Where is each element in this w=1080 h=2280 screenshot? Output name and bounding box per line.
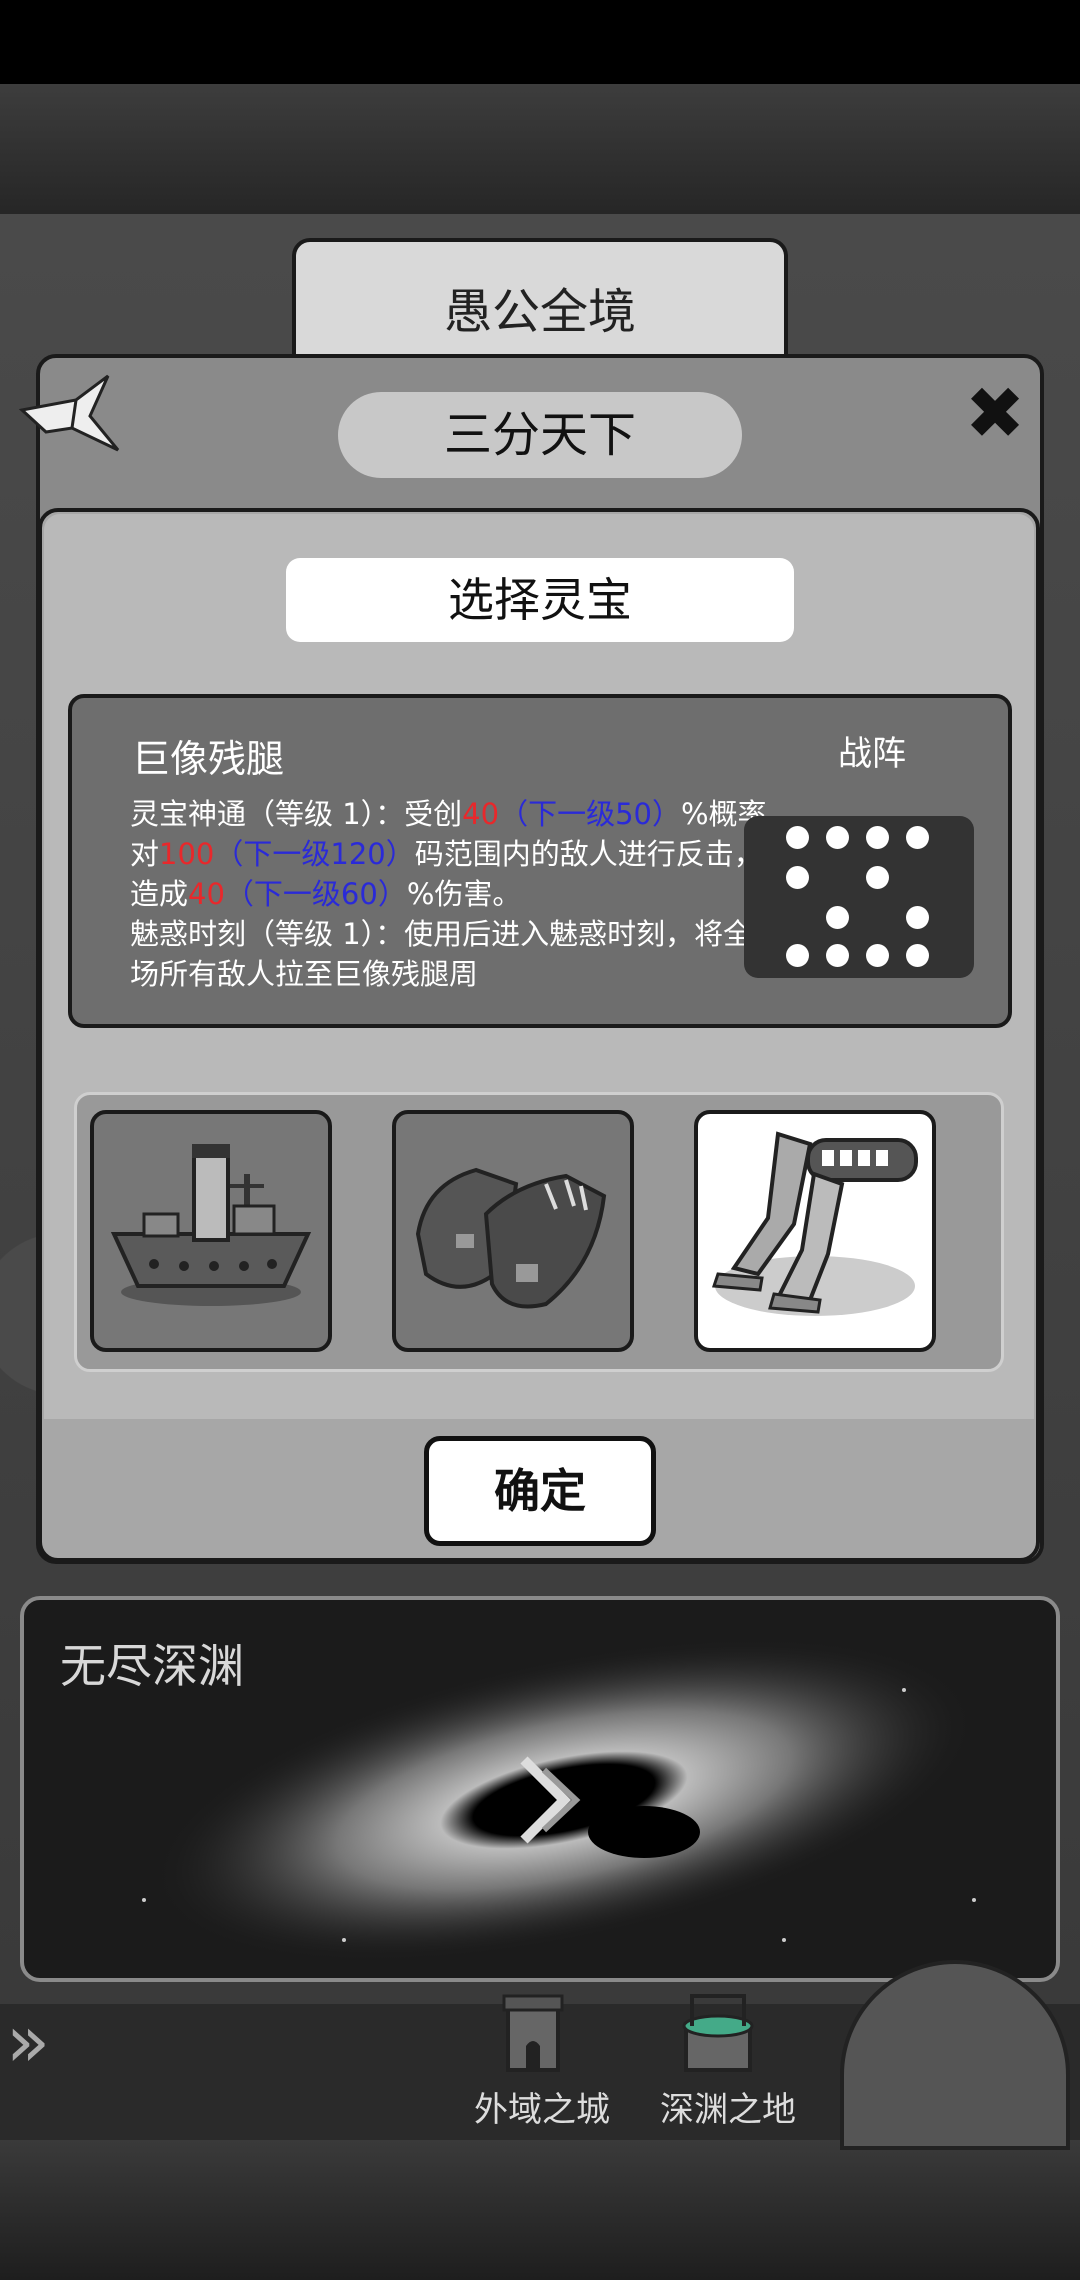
formation-dot — [866, 826, 889, 849]
desc-text: %伤害。 — [406, 877, 522, 911]
background-bottom — [0, 2140, 1080, 2280]
relic-choice-giant-legs[interactable] — [694, 1110, 936, 1352]
location-outer-city[interactable]: 外域之城 — [474, 2082, 610, 2131]
paper-crane-icon — [18, 374, 120, 452]
formation-dot — [906, 944, 929, 967]
desc-next-level: （下一级50） — [499, 797, 681, 831]
formation-dot — [786, 944, 809, 967]
giant-legs-icon — [711, 1131, 918, 1316]
confirm-button[interactable]: 确定 — [424, 1436, 656, 1546]
double-chevron-right-icon[interactable]: » — [6, 1996, 66, 2086]
formation-dot — [826, 826, 849, 849]
relic-choice-ship[interactable] — [90, 1110, 332, 1352]
status-bar — [0, 0, 1080, 84]
stage-name: 无尽深渊 — [60, 1639, 244, 1693]
item-description: 灵宝神通（等级 1）：受创40（下一级50）%概率对100（下一级120）码范围… — [130, 794, 780, 1006]
boots-icon — [415, 1167, 607, 1309]
formation-label: 战阵 — [838, 734, 906, 774]
formation-dot — [826, 944, 849, 967]
outer-city-tower-icon — [502, 1994, 564, 2072]
formation-dot — [866, 944, 889, 967]
location-abyss-land[interactable]: 深渊之地 — [660, 2082, 796, 2131]
item-name: 巨像残腿 — [132, 737, 285, 781]
background-top — [0, 84, 1080, 214]
dialog-title: 三分天下 — [338, 392, 742, 478]
section-title: 选择灵宝 — [286, 558, 794, 642]
close-icon[interactable]: ✖ — [960, 377, 1030, 449]
stage-card-abyss[interactable]: 无尽深渊 — [20, 1596, 1060, 1982]
desc-skill-2: 魅惑时刻（等级 1）：使用后进入魅惑时刻，将全场所有敌人拉至巨像残腿周 — [130, 917, 753, 991]
desc-value-red: 40 — [188, 877, 225, 911]
formation-dot — [786, 826, 809, 849]
formation-dot — [786, 866, 809, 889]
formation-dot — [906, 906, 929, 929]
item-info-box: 巨像残腿 灵宝神通（等级 1）：受创40（下一级50）%概率对100（下一级12… — [68, 694, 1012, 1028]
formation-dot — [866, 866, 889, 889]
desc-value-red: 100 — [159, 837, 215, 871]
desc-next-level: （下一级60） — [224, 877, 407, 911]
ship-icon — [110, 1144, 312, 1306]
desc-text: 灵宝神通（等级 1）：受创 — [130, 797, 463, 831]
abyss-land-well-icon — [682, 1994, 754, 2072]
formation-dot — [906, 826, 929, 849]
formation-dot — [826, 906, 849, 929]
realm-tab[interactable]: 愚公全境 — [292, 238, 788, 368]
formation-grid — [744, 816, 974, 978]
desc-next-level: （下一级120） — [214, 837, 415, 871]
relic-choice-boots[interactable] — [392, 1110, 634, 1352]
desc-value-red: 40 — [462, 797, 500, 831]
realm-tab-label: 愚公全境 — [443, 284, 636, 340]
